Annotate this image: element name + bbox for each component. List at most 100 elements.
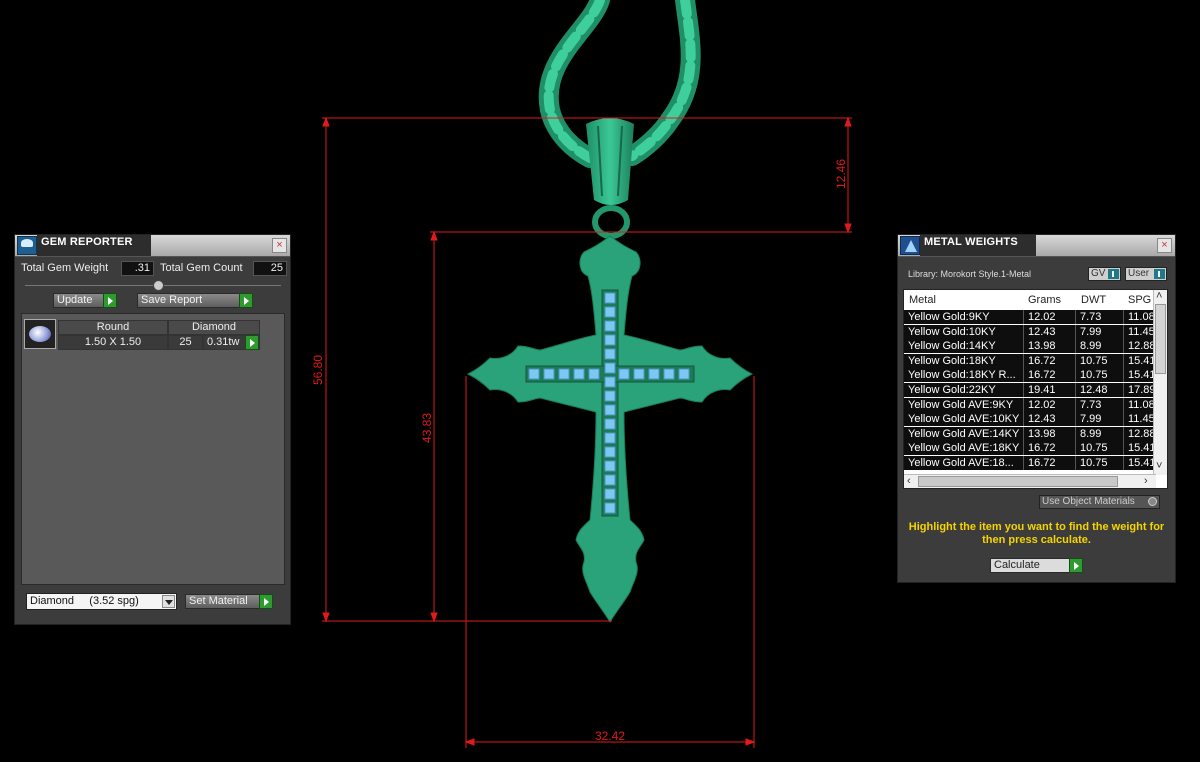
column-header-metal[interactable]: Metal bbox=[909, 294, 936, 306]
gem-stone bbox=[543, 368, 555, 380]
gem-row-go-button[interactable] bbox=[245, 335, 259, 350]
chevron-down-icon[interactable] bbox=[162, 595, 175, 608]
table-cell: Yellow Gold AVE:18... bbox=[904, 456, 1024, 470]
close-icon[interactable]: × bbox=[1157, 238, 1172, 253]
table-cell: 15.41 bbox=[1124, 456, 1156, 470]
table-row[interactable]: Yellow Gold AVE:14KY 13.98 8.99 12.88 bbox=[904, 426, 1156, 442]
table-cell: 10.75 bbox=[1076, 456, 1124, 470]
scroll-thumb[interactable] bbox=[918, 476, 1118, 487]
table-cell: Yellow Gold AVE:10KY bbox=[904, 412, 1024, 427]
gem-stone bbox=[604, 488, 616, 500]
table-cell: 12.48 bbox=[1076, 383, 1124, 397]
table-cell: 12.88 bbox=[1124, 339, 1156, 354]
scroll-right-icon[interactable]: › bbox=[1144, 475, 1148, 487]
gem-stone bbox=[604, 334, 616, 346]
table-row[interactable]: Yellow Gold AVE:18... 16.72 10.75 15.41 bbox=[904, 456, 1156, 471]
table-cell: Yellow Gold:18KY bbox=[904, 353, 1024, 368]
gem-count-cell: 25 bbox=[168, 335, 203, 350]
save-report-button[interactable]: Save Report bbox=[137, 293, 253, 308]
column-header-spg[interactable]: SPG bbox=[1128, 294, 1151, 306]
dimension-width: 32.42 bbox=[595, 729, 625, 743]
gem-reporter-logo-icon bbox=[17, 236, 37, 255]
save-report-label: Save Report bbox=[141, 294, 203, 306]
scroll-left-icon[interactable]: ‹ bbox=[907, 475, 911, 487]
table-row[interactable]: Yellow Gold:14KY 13.98 8.99 12.88 bbox=[904, 339, 1156, 354]
table-cell: 11.08 bbox=[1124, 310, 1156, 324]
table-cell: 12.43 bbox=[1024, 412, 1076, 427]
table-cell: 15.41 bbox=[1124, 368, 1156, 383]
table-cell: 10.75 bbox=[1076, 368, 1124, 383]
table-row[interactable]: Yellow Gold AVE:9KY 12.02 7.73 11.08 bbox=[904, 397, 1156, 413]
table-cell: 11.45 bbox=[1124, 412, 1156, 427]
table-cell: Yellow Gold:9KY bbox=[904, 310, 1024, 324]
table-cell: 7.99 bbox=[1076, 412, 1124, 427]
table-cell: 8.99 bbox=[1076, 339, 1124, 354]
gem-material-cell: Diamond bbox=[168, 320, 260, 335]
gem-stone bbox=[573, 368, 585, 380]
metal-weights-titlebar[interactable]: METAL WEIGHTS × bbox=[898, 235, 1175, 257]
gem-stone bbox=[588, 368, 600, 380]
table-cell: Yellow Gold:18KY R... bbox=[904, 368, 1024, 383]
gem-thumbnail[interactable] bbox=[24, 319, 56, 349]
user-toggle-label: User bbox=[1128, 268, 1150, 279]
slider-handle-icon[interactable] bbox=[153, 280, 164, 291]
play-icon bbox=[103, 293, 117, 308]
gem-stone bbox=[604, 502, 616, 514]
material-select-value: Diamond (3.52 spg) bbox=[30, 595, 139, 607]
total-gem-count-label: Total Gem Count bbox=[160, 262, 243, 274]
gem-stone bbox=[604, 376, 616, 388]
total-gem-weight-label: Total Gem Weight bbox=[21, 262, 109, 274]
dimension-cross-height: 43.83 bbox=[420, 413, 434, 443]
update-button[interactable]: Update bbox=[53, 293, 117, 308]
table-row[interactable]: Yellow Gold:22KY 19.41 12.48 17.89 bbox=[904, 383, 1156, 398]
table-cell: 15.41 bbox=[1124, 353, 1156, 368]
total-gem-weight-value: .31 bbox=[121, 261, 154, 276]
divider-slider[interactable] bbox=[25, 280, 281, 291]
gem-stone bbox=[633, 368, 645, 380]
set-material-button[interactable]: Set Material bbox=[185, 594, 273, 609]
column-header-dwt[interactable]: DWT bbox=[1081, 294, 1106, 306]
column-header-grams[interactable]: Grams bbox=[1028, 294, 1061, 306]
metal-weights-panel: METAL WEIGHTS × Library: Morokort Style.… bbox=[897, 234, 1176, 583]
table-cell: 12.88 bbox=[1124, 426, 1156, 441]
toggle-switch-icon bbox=[1108, 269, 1119, 279]
scroll-down-icon[interactable]: ˅ bbox=[1156, 460, 1162, 472]
table-cell: 12.43 bbox=[1024, 324, 1076, 339]
calculate-button[interactable]: Calculate bbox=[990, 558, 1083, 573]
table-row[interactable]: Yellow Gold AVE:18KY 16.72 10.75 15.41 bbox=[904, 441, 1156, 456]
gem-stone bbox=[604, 432, 616, 444]
gem-stone bbox=[528, 368, 540, 380]
gem-reporter-titlebar[interactable]: GEM REPORTER × bbox=[15, 235, 290, 257]
table-row[interactable]: Yellow Gold:18KY 16.72 10.75 15.41 bbox=[904, 353, 1156, 369]
scroll-thumb[interactable] bbox=[1155, 304, 1166, 374]
material-select[interactable]: Diamond (3.52 spg) bbox=[26, 593, 177, 610]
instruction-text: Highlight the item you want to find the … bbox=[908, 521, 1165, 546]
table-cell: 19.41 bbox=[1024, 383, 1076, 397]
gem-reporter-title: GEM REPORTER bbox=[37, 235, 151, 256]
dimension-bail-height: 12.46 bbox=[834, 159, 848, 189]
table-row[interactable]: Yellow Gold:9KY 12.02 7.73 11.08 bbox=[904, 310, 1156, 325]
table-cell: 8.99 bbox=[1076, 426, 1124, 441]
scroll-up-icon[interactable]: ˄ bbox=[1156, 290, 1162, 302]
vertical-scrollbar[interactable]: ˄ ˅ bbox=[1153, 290, 1167, 475]
close-icon[interactable]: × bbox=[272, 238, 287, 253]
horizontal-scrollbar[interactable]: ‹ › bbox=[904, 474, 1156, 488]
use-object-materials-toggle[interactable]: Use Object Materials bbox=[1039, 495, 1160, 509]
toggle-switch-icon bbox=[1154, 269, 1165, 279]
table-row[interactable]: Yellow Gold:18KY R... 16.72 10.75 15.41 bbox=[904, 368, 1156, 383]
gem-stone bbox=[558, 368, 570, 380]
gem-stone bbox=[604, 446, 616, 458]
gem-stone bbox=[604, 348, 616, 360]
gem-list[interactable]: Round Diamond 1.50 X 1.50 25 0.31tw bbox=[21, 313, 285, 585]
gv-toggle-label: GV bbox=[1091, 268, 1106, 279]
table-cell: 16.72 bbox=[1024, 456, 1076, 470]
table-row[interactable]: Yellow Gold AVE:10KY 12.43 7.99 11.45 bbox=[904, 412, 1156, 427]
metal-weights-table[interactable]: Metal Grams DWT SPG Yellow Gold:9KY 12.02… bbox=[903, 289, 1168, 489]
gv-toggle[interactable]: GV bbox=[1088, 267, 1121, 281]
table-cell: Yellow Gold AVE:14KY bbox=[904, 426, 1024, 441]
table-cell: 11.08 bbox=[1124, 397, 1156, 412]
table-cell: 12.02 bbox=[1024, 397, 1076, 412]
user-toggle[interactable]: User bbox=[1125, 267, 1167, 281]
table-row[interactable]: Yellow Gold:10KY 12.43 7.99 11.45 bbox=[904, 324, 1156, 340]
calculate-label: Calculate bbox=[994, 559, 1040, 571]
